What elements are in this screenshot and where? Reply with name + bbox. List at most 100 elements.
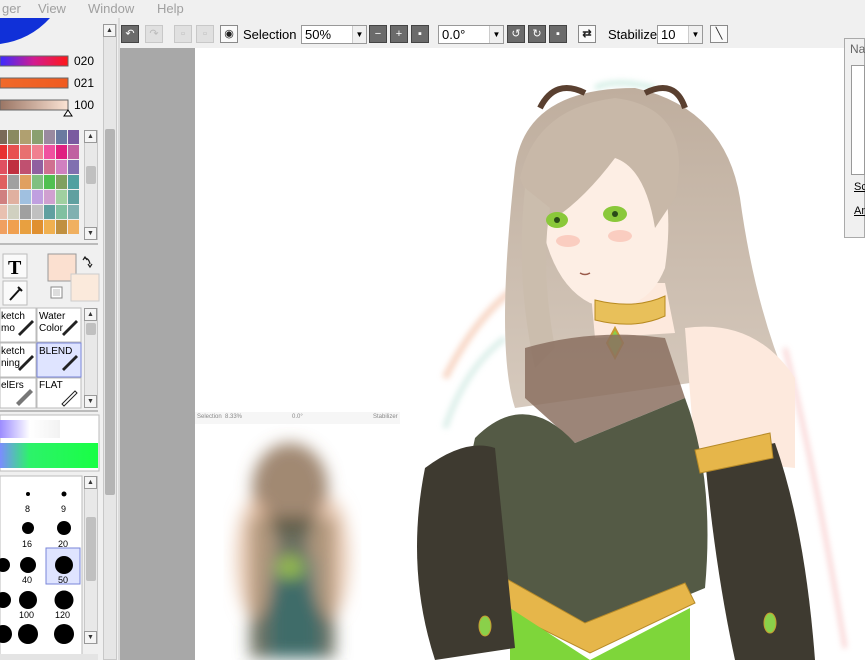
brush-dot-40[interactable] [20, 557, 36, 573]
color-swatch[interactable] [0, 205, 7, 219]
color-swatch[interactable] [0, 160, 7, 174]
stabilizer-select[interactable]: 10 ▼ [657, 25, 703, 44]
brush-dot-120[interactable] [54, 590, 74, 610]
undo-button[interactable]: ↶ [121, 25, 139, 43]
rotation-select[interactable]: 0.0° ▼ [438, 25, 504, 44]
color-swatch[interactable] [44, 145, 55, 159]
zoom-in-button[interactable]: + [390, 25, 408, 43]
selection-visibility-button[interactable]: ◉ [220, 25, 238, 43]
brush-dot-row5-b[interactable] [54, 624, 74, 644]
brush-dot-8[interactable] [26, 492, 30, 496]
color-swatch[interactable] [20, 130, 31, 144]
color-swatch[interactable] [44, 175, 55, 189]
brush-dot-20[interactable] [57, 521, 71, 535]
color-swatch[interactable] [32, 190, 43, 204]
color-swatch[interactable] [68, 145, 79, 159]
saturation-slider[interactable] [0, 77, 69, 89]
rotation-dropdown-icon[interactable]: ▼ [489, 26, 503, 43]
color-swatch[interactable] [8, 205, 19, 219]
color-swatch[interactable] [0, 220, 7, 234]
color-swatch[interactable] [68, 175, 79, 189]
brush-scroll-down[interactable]: ▼ [84, 631, 97, 644]
brush-scroll-up[interactable]: ▲ [84, 476, 97, 489]
invert-selection-button[interactable]: ▫ [196, 25, 214, 43]
color-wheel-edge[interactable] [0, 18, 50, 44]
color-swatch[interactable] [44, 160, 55, 174]
brush-mode-strip[interactable] [0, 654, 98, 660]
color-swatch[interactable] [68, 205, 79, 219]
tool-scroll-up[interactable]: ▲ [84, 308, 97, 321]
color-swatch[interactable] [8, 130, 19, 144]
color-swatch[interactable] [20, 145, 31, 159]
eyedropper-tool-box[interactable] [2, 280, 28, 306]
color-swatch[interactable] [32, 175, 43, 189]
color-swatch[interactable] [44, 205, 55, 219]
color-swatch[interactable] [8, 175, 19, 189]
color-swatch[interactable] [56, 175, 67, 189]
drawing-canvas[interactable]: Selection 8.33% 0.0° Stabilizer [195, 48, 865, 660]
zoom-select[interactable]: 50% ▼ [301, 25, 367, 44]
rotate-reset-button[interactable]: ▪ [549, 25, 567, 43]
swap-colors-icon[interactable] [82, 255, 93, 269]
zoom-reset-button[interactable]: ▪ [411, 25, 429, 43]
color-swatch[interactable] [20, 220, 31, 234]
color-swatch[interactable] [44, 220, 55, 234]
color-swatch[interactable] [56, 190, 67, 204]
flip-horizontal-button[interactable]: ⇄ [578, 25, 596, 43]
straight-line-button[interactable]: ╲ [710, 25, 728, 43]
color-swatch[interactable] [32, 145, 43, 159]
color-swatch[interactable] [68, 220, 79, 234]
menu-item-window[interactable]: Window [88, 1, 134, 16]
navigator-item-1[interactable]: Sc [854, 181, 865, 193]
menu-item-help[interactable]: Help [157, 1, 184, 16]
hue-slider[interactable] [0, 55, 69, 67]
swatch-scrollbar[interactable]: ▲ ▼ [84, 130, 98, 240]
color-swatch[interactable] [32, 220, 43, 234]
navigator-preview[interactable] [851, 65, 865, 175]
slider-marker[interactable] [63, 109, 73, 117]
zoom-dropdown-icon[interactable]: ▼ [352, 26, 366, 43]
color-swatch[interactable] [20, 175, 31, 189]
color-swatch[interactable] [32, 160, 43, 174]
rotate-right-button[interactable]: ↻ [528, 25, 546, 43]
panel-scroll-up[interactable]: ▲ [103, 24, 116, 37]
color-swatch[interactable] [68, 160, 79, 174]
tool-scroll-down[interactable]: ▼ [84, 395, 97, 408]
redo-button[interactable]: ↷ [145, 25, 163, 43]
deselect-button[interactable]: ▫ [174, 25, 192, 43]
color-swatch[interactable] [0, 145, 7, 159]
brush-size-scrollbar[interactable]: ▲ ▼ [84, 476, 98, 644]
color-swatch[interactable] [0, 130, 7, 144]
color-swatch[interactable] [56, 130, 67, 144]
value-slider[interactable] [0, 99, 69, 111]
tool-scroll-thumb[interactable] [86, 323, 96, 335]
brush-scroll-thumb[interactable] [86, 517, 96, 581]
panel-scroll-thumb[interactable] [105, 129, 115, 495]
brush-dot-16[interactable] [22, 522, 34, 534]
navigator-item-2[interactable]: An [854, 205, 865, 217]
color-swatch[interactable] [56, 220, 67, 234]
brush-dot-9[interactable] [61, 491, 67, 497]
stabilizer-dropdown-icon[interactable]: ▼ [688, 26, 702, 43]
color-swatch[interactable] [44, 130, 55, 144]
color-swatch[interactable] [68, 130, 79, 144]
color-swatch[interactable] [56, 160, 67, 174]
color-swatch[interactable] [56, 205, 67, 219]
swatch-grid[interactable] [0, 130, 79, 234]
menu-item-ger[interactable]: ger [2, 1, 21, 16]
color-swatch[interactable] [56, 145, 67, 159]
tool-scrollbar[interactable]: ▲ ▼ [84, 308, 98, 408]
color-swatch[interactable] [32, 130, 43, 144]
brush-dot-100[interactable] [19, 591, 37, 609]
swatch-scroll-down[interactable]: ▼ [84, 227, 97, 240]
zoom-out-button[interactable]: − [369, 25, 387, 43]
color-swatch[interactable] [20, 160, 31, 174]
brush-dot-50[interactable] [55, 556, 73, 574]
color-swatch[interactable] [20, 190, 31, 204]
rotate-left-button[interactable]: ↺ [507, 25, 525, 43]
canvas-workspace[interactable]: Selection 8.33% 0.0° Stabilizer [120, 48, 865, 660]
color-swatch[interactable] [68, 190, 79, 204]
color-swatch[interactable] [0, 190, 7, 204]
background-color-swatch[interactable] [70, 273, 100, 302]
color-swatch[interactable] [8, 220, 19, 234]
